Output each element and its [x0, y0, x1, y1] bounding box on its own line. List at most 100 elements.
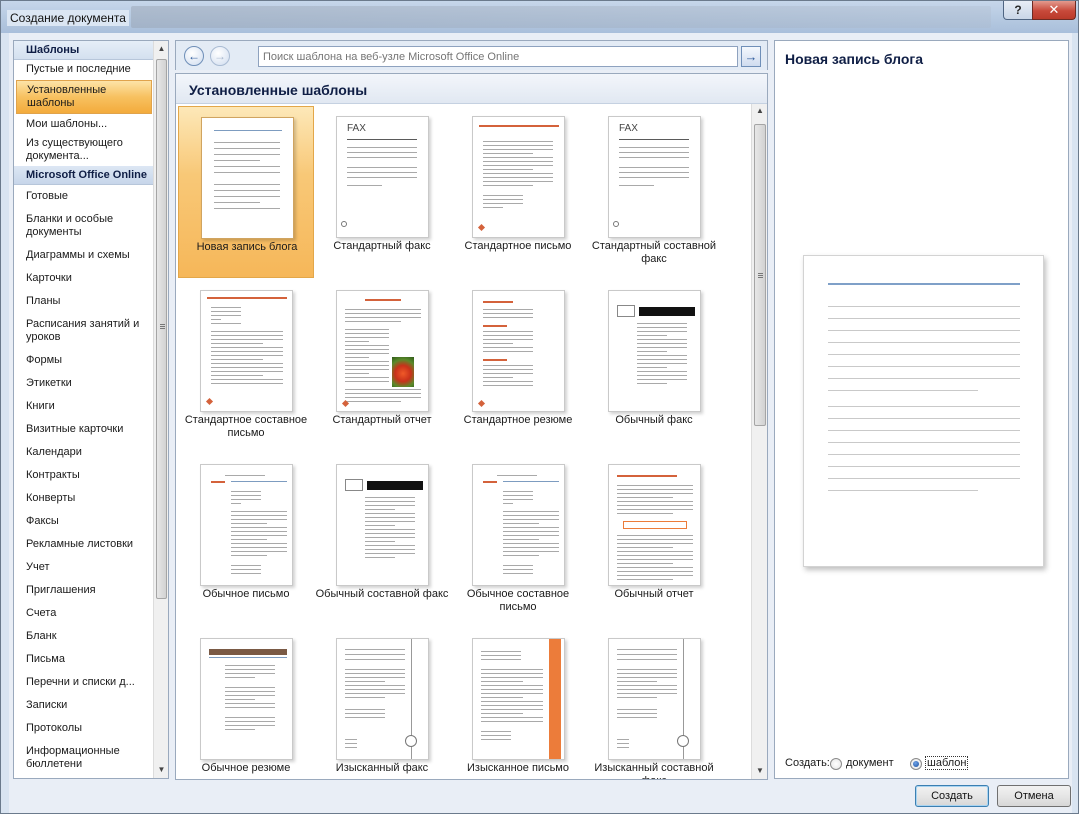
forward-arrow-icon[interactable]: → — [210, 46, 230, 66]
sidebar-item[interactable]: Счета — [14, 602, 154, 625]
template-search-input[interactable] — [258, 46, 738, 67]
help-button[interactable]: ? — [1003, 1, 1033, 20]
sidebar-item[interactable]: Учет — [14, 556, 154, 579]
sidebar-item[interactable]: Планы — [14, 290, 154, 313]
template-tile[interactable]: Обычное составное письмо — [450, 454, 586, 626]
sidebar-item[interactable]: Календари — [14, 441, 154, 464]
sidebar-item[interactable]: Контракты — [14, 464, 154, 487]
preview-title: Новая запись блога — [785, 51, 924, 67]
sidebar-item[interactable]: Письма — [14, 648, 154, 671]
sidebar-scrollbar[interactable]: ▲ ▼ — [153, 41, 168, 778]
template-tile[interactable]: Изысканный составной факс — [586, 628, 722, 779]
close-button[interactable]: ✕ — [1032, 1, 1076, 20]
template-tile[interactable]: Стандартное письмо — [450, 106, 586, 278]
templates-panel: Установленные шаблоны Новая запись блога… — [175, 73, 768, 780]
template-thumbnail — [472, 290, 565, 412]
template-thumbnail — [608, 464, 701, 586]
scroll-up-arrow-icon[interactable]: ▲ — [752, 104, 767, 118]
cancel-button[interactable]: Отмена — [997, 785, 1071, 807]
template-label: Обычный составной факс — [315, 588, 449, 600]
template-thumbnail — [472, 464, 565, 586]
template-thumbnail — [200, 638, 293, 760]
template-label: Обычное резюме — [201, 762, 291, 774]
sidebar-item[interactable]: Приглашения — [14, 579, 154, 602]
dialog-window: Создание документа ? ✕ Шаблоны Пустые и … — [0, 0, 1079, 814]
radio-document-label[interactable]: документ — [846, 757, 894, 769]
sidebar-item[interactable]: Протоколы — [14, 717, 154, 740]
sidebar-item[interactable]: Бланк — [14, 625, 154, 648]
sidebar-item[interactable]: Информационные бюллетени — [14, 740, 154, 776]
template-tile[interactable]: Обычное письмо — [178, 454, 314, 626]
template-thumbnail — [472, 116, 565, 238]
sidebar-item[interactable]: Записки — [14, 694, 154, 717]
template-label: Изысканное письмо — [467, 762, 569, 774]
preview-page-thumbnail — [803, 255, 1044, 567]
template-thumbnail — [201, 117, 294, 239]
sidebar-item[interactable]: Визитные карточки — [14, 418, 154, 441]
template-tile[interactable]: Обычное резюме — [178, 628, 314, 779]
template-thumbnail — [336, 638, 429, 760]
templates-scroll-thumb[interactable] — [754, 124, 766, 426]
template-label: Обычное письмо — [202, 588, 290, 600]
create-as-label: Создать: — [785, 757, 830, 769]
search-bar: ← → → — [175, 40, 768, 70]
sidebar-item[interactable]: Из существующего документа... — [14, 134, 154, 166]
radio-template[interactable] — [910, 758, 922, 770]
preview-panel: Новая запись блога Создать: документ шаб… — [774, 40, 1069, 779]
template-tile[interactable]: Изысканное письмо — [450, 628, 586, 779]
template-tile[interactable]: Обычный отчет — [586, 454, 722, 626]
sidebar-item[interactable]: Установленные шаблоны — [16, 80, 152, 114]
template-label: Новая запись блога — [196, 241, 298, 253]
template-thumbnail — [200, 290, 293, 412]
window-title: Создание документа — [7, 10, 129, 26]
sidebar-item[interactable]: Карточки — [14, 267, 154, 290]
sidebar-item[interactable]: Этикетки — [14, 372, 154, 395]
template-label: Стандартный факс — [333, 240, 431, 252]
template-thumbnail — [336, 290, 429, 412]
template-tile[interactable]: Изысканный факс — [314, 628, 450, 779]
template-thumbnail: FAX — [608, 116, 701, 238]
template-label: Стандартный составной факс — [591, 240, 717, 265]
scroll-down-arrow-icon[interactable]: ▼ — [752, 764, 767, 778]
template-tile[interactable]: Стандартное составное письмо — [178, 280, 314, 452]
create-button[interactable]: Создать — [915, 785, 989, 807]
sidebar-item[interactable]: Диаграммы и схемы — [14, 244, 154, 267]
sidebar-item[interactable]: Пустые и последние — [14, 60, 154, 79]
title-bar: Создание документа ? ✕ — [1, 1, 1078, 33]
scroll-up-arrow-icon[interactable]: ▲ — [154, 41, 168, 56]
templates-grid: Новая запись блога FAX Стандартный факс Ста… — [176, 104, 751, 779]
template-tile[interactable]: Обычный составной факс — [314, 454, 450, 626]
sidebar-item[interactable]: Перечни и списки д... — [14, 671, 154, 694]
category-list: Шаблоны Пустые и последние Установленные … — [14, 41, 154, 776]
template-label: Изысканный факс — [335, 762, 429, 774]
template-thumbnail — [336, 464, 429, 586]
template-tile[interactable]: Стандартное резюме — [450, 280, 586, 452]
sidebar-item[interactable]: Формы — [14, 349, 154, 372]
sidebar-item[interactable]: Факсы — [14, 510, 154, 533]
template-label: Обычное составное письмо — [466, 588, 570, 613]
template-thumbnail — [608, 638, 701, 760]
template-tile[interactable]: FAX Стандартный составной факс — [586, 106, 722, 278]
sidebar-item[interactable]: Рекламные листовки — [14, 533, 154, 556]
radio-template-label[interactable]: шаблон — [924, 756, 969, 770]
template-tile[interactable]: Стандартный отчет — [314, 280, 450, 452]
back-arrow-icon[interactable]: ← — [184, 46, 204, 66]
sidebar-item[interactable]: Мои шаблоны... — [14, 115, 154, 134]
sidebar-header-online: Microsoft Office Online — [14, 166, 154, 185]
templates-scrollbar[interactable]: ▲ ▼ — [751, 104, 767, 779]
template-tile[interactable]: FAX Стандартный факс — [314, 106, 450, 278]
sidebar-item[interactable]: Конверты — [14, 487, 154, 510]
sidebar-item[interactable]: Бланки и особые документы — [14, 208, 154, 244]
sidebar-item[interactable]: Книги — [14, 395, 154, 418]
search-go-arrow-icon[interactable]: → — [741, 46, 761, 67]
sidebar-scroll-thumb[interactable] — [156, 59, 167, 599]
template-tile[interactable]: Новая запись блога — [178, 106, 314, 278]
dialog-client-area: Шаблоны Пустые и последние Установленные … — [9, 33, 1072, 813]
sidebar-item[interactable]: Расписания занятий и уроков — [14, 313, 154, 349]
template-tile[interactable]: Обычный факс — [586, 280, 722, 452]
radio-document[interactable] — [830, 758, 842, 770]
sidebar-item[interactable]: Готовые — [14, 185, 154, 208]
template-label: Обычный отчет — [614, 588, 694, 600]
scroll-down-arrow-icon[interactable]: ▼ — [154, 762, 168, 777]
template-label: Стандартное резюме — [463, 414, 573, 426]
